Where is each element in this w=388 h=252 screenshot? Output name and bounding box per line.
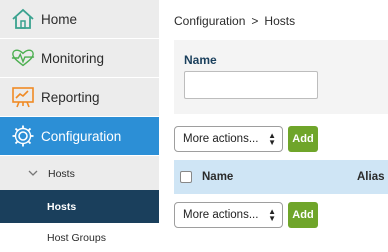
submenu-group-hosts[interactable]: Hosts xyxy=(0,157,159,190)
name-filter-label: Name xyxy=(184,53,217,67)
filter-panel: Name xyxy=(174,40,388,114)
home-icon xyxy=(11,7,35,31)
more-actions-label: More actions... xyxy=(183,209,259,221)
chart-board-icon xyxy=(11,85,35,109)
submenu-item-host-groups[interactable]: Host Groups xyxy=(0,223,159,252)
more-actions-label: More actions... xyxy=(183,133,259,145)
add-button[interactable]: Add xyxy=(288,202,318,228)
sidebar-item-home[interactable]: Home xyxy=(0,0,159,39)
action-row-bottom: More actions... ▲ ▼ Add xyxy=(174,202,318,228)
sidebar-item-configuration[interactable]: Configuration xyxy=(0,117,159,156)
sidebar: Home Monitoring Reporting Configuration … xyxy=(0,0,159,252)
breadcrumb: Configuration > Hosts xyxy=(174,14,295,28)
sidebar-item-label: Home xyxy=(41,11,78,27)
breadcrumb-current: Hosts xyxy=(264,14,296,28)
table-header: Name Alias xyxy=(174,160,388,194)
submenu-item-label: Host Groups xyxy=(47,231,106,244)
gear-icon xyxy=(11,124,35,148)
sidebar-item-label: Monitoring xyxy=(41,50,105,66)
submenu-item-hosts[interactable]: Hosts xyxy=(0,190,159,223)
name-filter-input[interactable] xyxy=(184,71,318,99)
main-content: Configuration > Hosts Name More actions...… xyxy=(159,0,388,252)
submenu-item-label: Hosts xyxy=(47,200,77,213)
action-row-top: More actions... ▲ ▼ Add xyxy=(174,126,318,152)
heartbeat-icon xyxy=(11,46,35,70)
sidebar-item-reporting[interactable]: Reporting xyxy=(0,78,159,117)
column-header-alias[interactable]: Alias xyxy=(357,171,385,183)
select-arrows-icon: ▲ ▼ xyxy=(268,131,276,147)
sidebar-item-label: Configuration xyxy=(41,128,122,144)
select-arrows-icon: ▲ ▼ xyxy=(268,207,276,223)
sidebar-item-label: Reporting xyxy=(41,89,100,105)
more-actions-select[interactable]: More actions... ▲ ▼ xyxy=(174,202,283,228)
select-all-checkbox[interactable] xyxy=(180,171,192,183)
more-actions-select[interactable]: More actions... ▲ ▼ xyxy=(174,126,283,152)
breadcrumb-separator: > xyxy=(251,14,259,28)
add-button[interactable]: Add xyxy=(288,126,318,152)
chevron-down-icon xyxy=(28,170,38,177)
breadcrumb-parent[interactable]: Configuration xyxy=(174,14,245,28)
column-header-name[interactable]: Name xyxy=(202,171,233,183)
submenu-group-label: Hosts xyxy=(48,167,75,180)
sidebar-item-monitoring[interactable]: Monitoring xyxy=(0,39,159,78)
